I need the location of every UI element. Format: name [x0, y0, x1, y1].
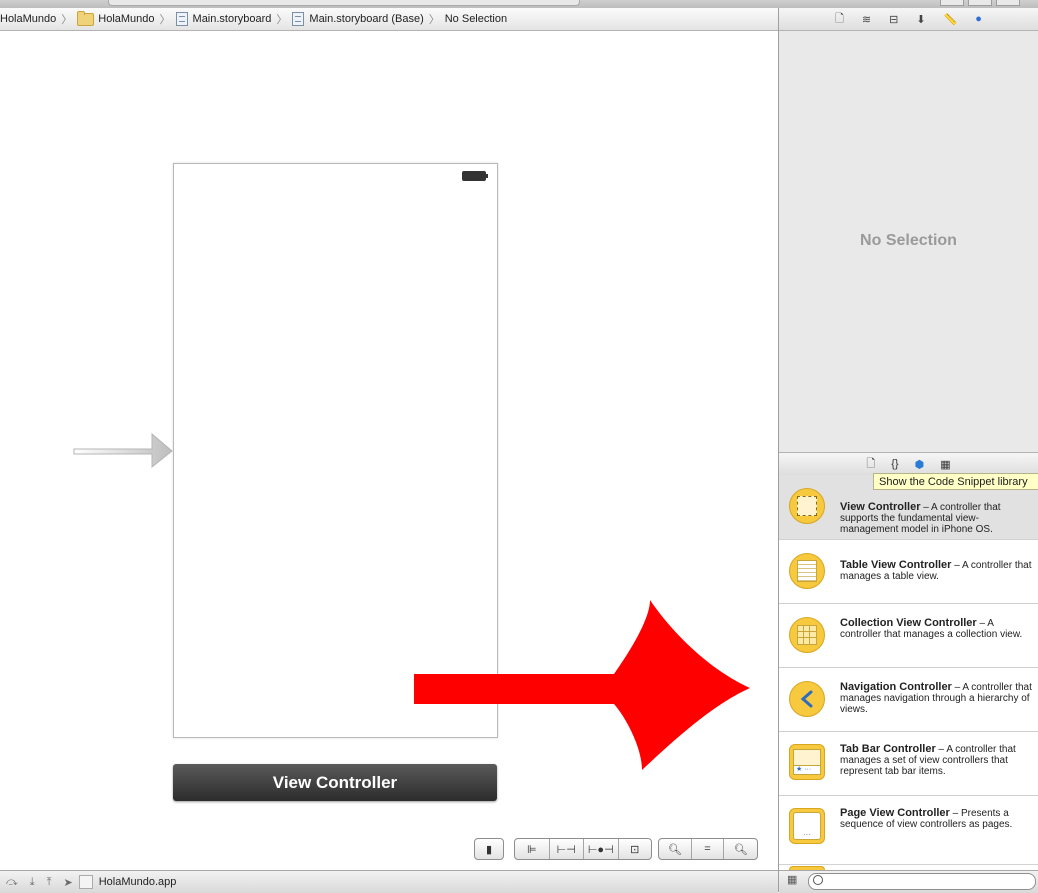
library-item-title: View Controller — [840, 501, 921, 513]
toolbar-button[interactable] — [996, 0, 1020, 6]
autolayout-controls: ⊫ ⊢⊣ ⊢●⊣ ⊡ — [514, 838, 652, 860]
toolbar-button[interactable] — [940, 0, 964, 6]
library-item-title: Collection View Controller — [840, 617, 977, 629]
breadcrumb-selection[interactable]: No Selection — [445, 13, 507, 25]
step-over-icon[interactable]: ⤼ — [6, 876, 18, 889]
step-out-icon[interactable]: ⤒ — [47, 876, 52, 889]
library-item-navigation-controller[interactable]: Navigation Controller – A controller tha… — [779, 668, 1038, 732]
code-snippet-library-icon[interactable]: {} — [891, 458, 898, 470]
breadcrumb-separator-icon: 〉 — [428, 14, 440, 26]
library-item-tab-bar-controller[interactable]: ★ ··· Tab Bar Controller – A controller … — [779, 732, 1038, 796]
breadcrumb: HolaMundo 〉 HolaMundo 〉 Main.storyboard … — [0, 8, 778, 31]
library-item-page-view-controller[interactable]: ··· Page View Controller – Presents a se… — [779, 796, 1038, 865]
library-item-text: Navigation Controller – A controller tha… — [840, 681, 1032, 716]
document-outline-toggle[interactable]: ▮ — [474, 838, 504, 860]
toolbar-button[interactable] — [968, 0, 992, 6]
align-icon[interactable]: ⊫ — [515, 839, 549, 859]
resizing-icon[interactable]: ⊡ — [617, 839, 652, 859]
inspector-selector-bar: 🗋 ≋ ⊟ ⬇ 📏 ● — [779, 8, 1038, 31]
step-into-icon[interactable]: ⤓ — [30, 876, 35, 889]
library-item-title: Page View Controller — [840, 807, 950, 819]
object-library-icon[interactable]: ⬢ — [915, 458, 925, 471]
resolve-icon[interactable]: ⊢●⊣ — [583, 839, 618, 859]
breadcrumb-separator-icon: 〉 — [159, 14, 171, 26]
library-search-input[interactable] — [808, 873, 1036, 890]
folder-icon — [77, 10, 95, 26]
media-library-icon[interactable]: ▦ — [940, 458, 950, 471]
window-toolbar-strip — [0, 0, 1038, 8]
navigation-controller-icon — [789, 681, 825, 717]
zoom-in-icon[interactable]: 🔍︎ — [723, 839, 757, 859]
quick-help-icon[interactable]: ≋ — [862, 13, 871, 26]
zoom-controls: 🔍︎ = 🔍︎ — [658, 838, 758, 860]
breadcrumb-separator-icon: 〉 — [61, 14, 73, 26]
breadcrumb-separator-icon: 〉 — [276, 14, 288, 26]
filter-icon — [813, 875, 823, 885]
library-item-table-view-controller[interactable]: Table View Controller – A controller tha… — [779, 540, 1038, 604]
breadcrumb-label: HolaMundo — [98, 13, 155, 25]
library-item-title: Tab Bar Controller — [840, 743, 936, 755]
library-item-title: Navigation Controller — [840, 681, 952, 693]
library-item-text: Page View Controller – Presents a sequen… — [840, 807, 1032, 831]
view-controller-icon — [789, 488, 825, 524]
identity-inspector-icon[interactable]: ⊟ — [889, 13, 898, 26]
connections-inspector-icon[interactable]: ● — [975, 13, 982, 25]
tab-bar-controller-icon: ★ ··· — [789, 744, 825, 780]
library-item-text: Collection View Controller – A controlle… — [840, 617, 1032, 641]
location-icon[interactable]: ➤ — [64, 876, 73, 889]
debug-bar: ⤼ ⤓ ⤒ ➤ HolaMundo.app — [0, 870, 778, 893]
breadcrumb-project[interactable]: HolaMundo — [0, 13, 56, 25]
breadcrumb-label: Main.storyboard — [192, 13, 272, 25]
inspector-empty-label: No Selection — [860, 232, 957, 249]
library-item-text: View Controller – A controller that supp… — [840, 501, 1032, 536]
file-inspector-icon[interactable]: 🗋 — [835, 10, 844, 29]
size-inspector-icon[interactable]: 📏 — [944, 13, 958, 26]
scheme-name[interactable]: HolaMundo.app — [99, 876, 177, 888]
attributes-inspector-icon[interactable]: ⬇ — [916, 13, 925, 26]
breadcrumb-label: Main.storyboard (Base) — [309, 13, 424, 25]
breadcrumb-group[interactable]: HolaMundo — [77, 10, 155, 26]
file-template-library-icon[interactable]: 🗋 — [866, 455, 875, 474]
battery-icon — [462, 171, 488, 181]
library-item-title: Table View Controller — [840, 559, 952, 571]
zoom-actual-icon[interactable]: = — [690, 839, 724, 859]
annotation-arrow-icon — [414, 600, 750, 770]
library-item-text: Table View Controller – A controller tha… — [840, 559, 1032, 583]
app-icon — [78, 875, 93, 889]
grid-view-icon[interactable]: ▦ — [787, 873, 797, 886]
storyboard-icon — [175, 12, 188, 26]
back-chevron-icon — [800, 690, 813, 708]
table-view-controller-icon — [789, 553, 825, 589]
size-icon[interactable]: ▮ — [475, 839, 503, 859]
breadcrumb-file[interactable]: Main.storyboard — [175, 12, 272, 26]
breadcrumb-label: No Selection — [444, 13, 508, 25]
page-view-controller-icon: ··· — [789, 808, 825, 844]
activity-viewer — [108, 0, 580, 6]
initial-scene-arrow-icon[interactable] — [72, 430, 176, 470]
collection-view-controller-icon — [789, 617, 825, 653]
storyboard-icon — [292, 12, 305, 26]
pin-icon[interactable]: ⊢⊣ — [548, 839, 584, 859]
library-item-collection-view-controller[interactable]: Collection View Controller – A controlle… — [779, 604, 1038, 668]
tooltip: Show the Code Snippet library — [873, 473, 1038, 490]
breadcrumb-label: HolaMundo — [0, 13, 57, 25]
library-item-text: Tab Bar Controller – A controller that m… — [840, 743, 1032, 778]
zoom-out-icon[interactable]: 🔍︎ — [659, 839, 691, 859]
breadcrumb-localization[interactable]: Main.storyboard (Base) — [292, 12, 424, 26]
